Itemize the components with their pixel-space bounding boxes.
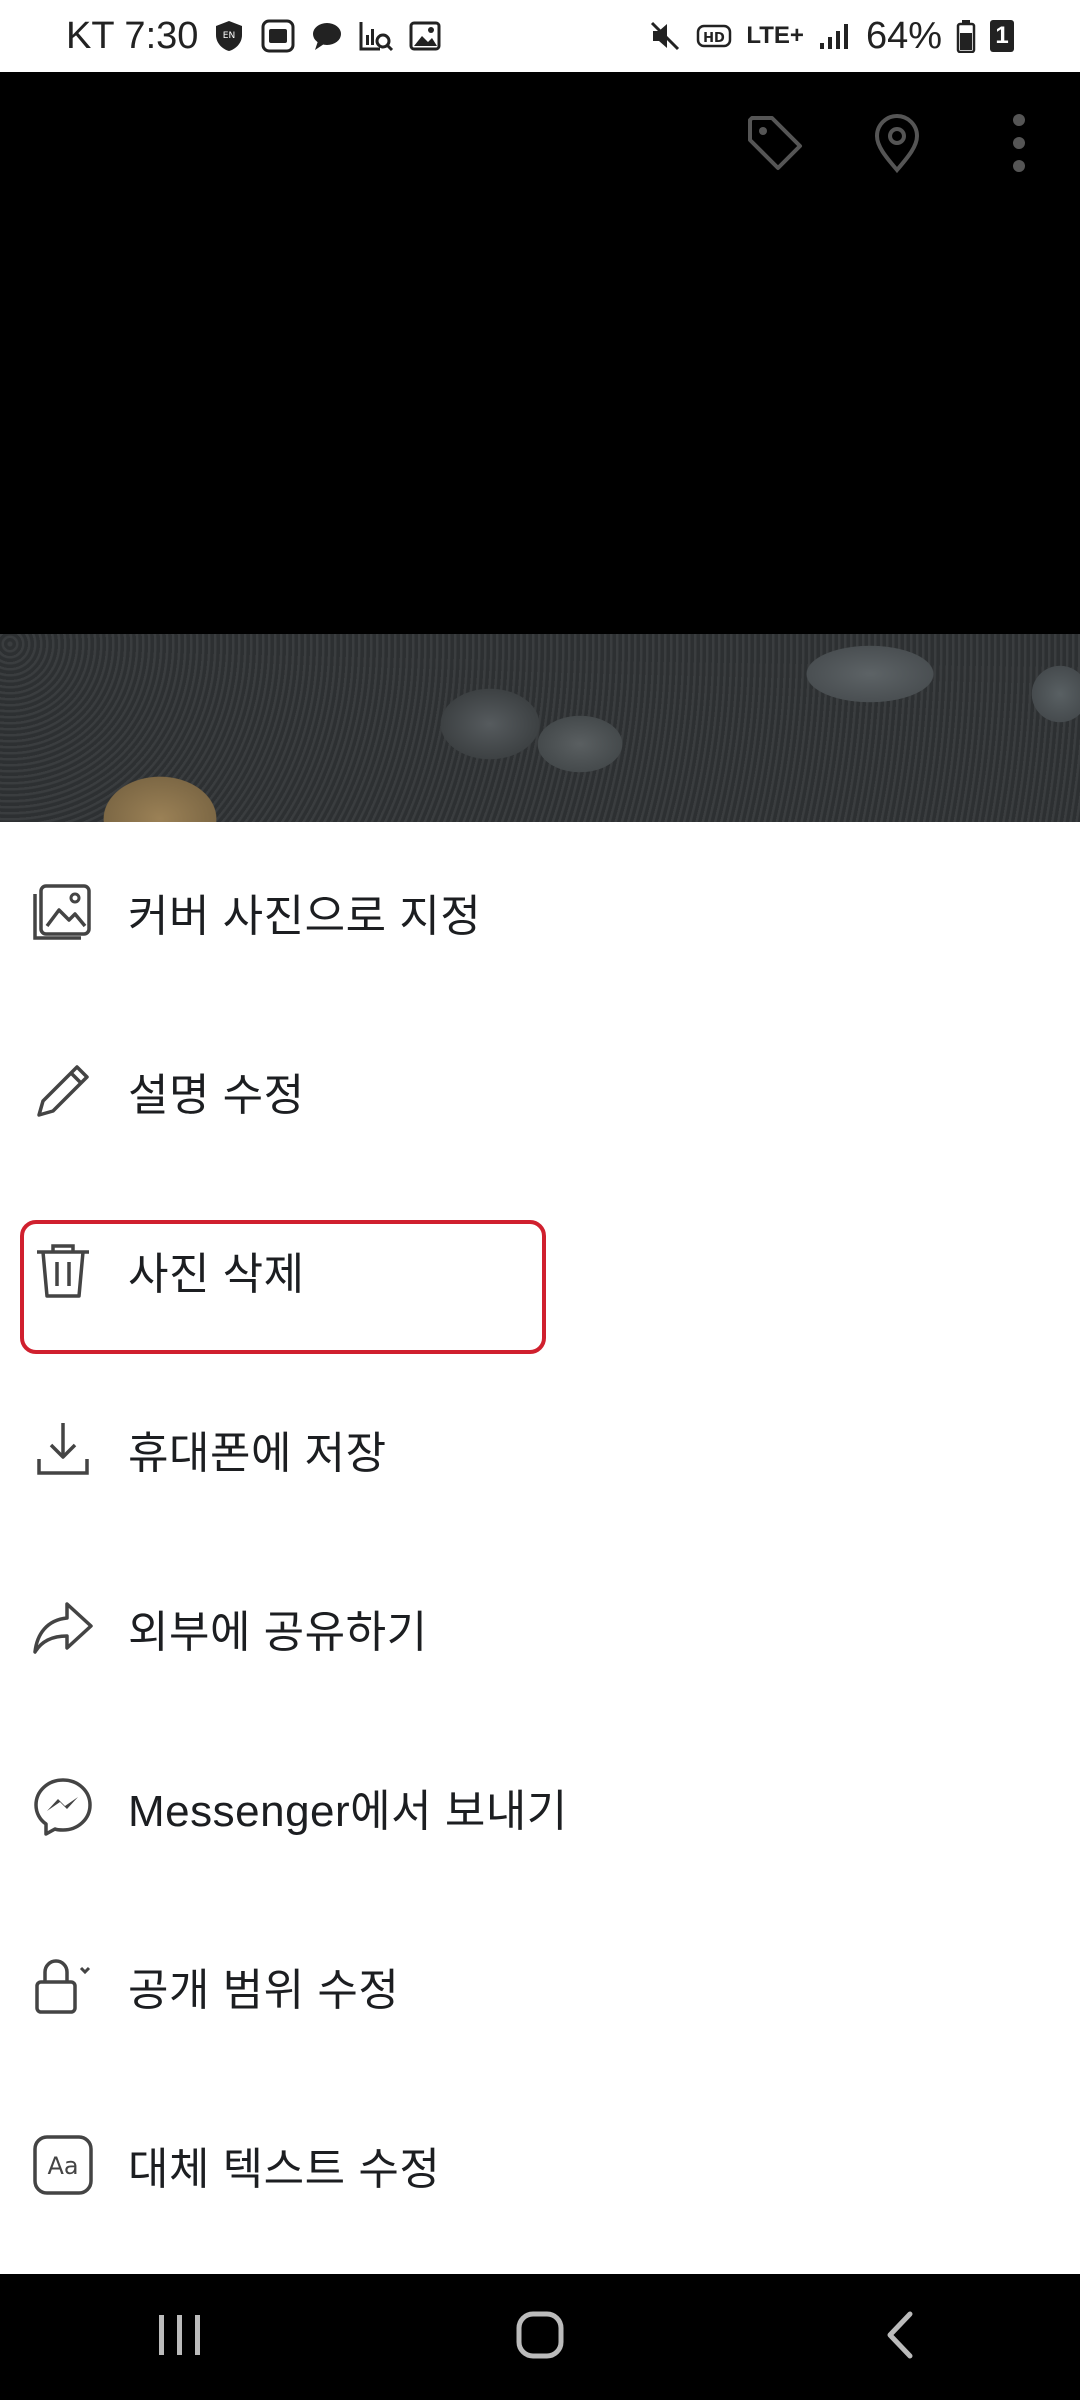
carrier-time: KT 7:30 (66, 14, 199, 57)
status-left: KT 7:30 EN (66, 15, 442, 58)
battery-icon (956, 19, 976, 53)
svg-text:HD: HD (704, 31, 726, 46)
menu-item-label: 대체 텍스트 수정 (128, 2144, 441, 2194)
menu-item-delete-photo[interactable]: 사진 삭제 (0, 1180, 1080, 1359)
back-button[interactable] (820, 2287, 980, 2387)
menu-item-label: 커버 사진으로 지정 (128, 891, 482, 941)
signal-icon (818, 21, 852, 51)
home-icon (515, 2310, 565, 2365)
status-bar: KT 7:30 EN HD LTE+ 64% 1 (0, 0, 1080, 72)
menu-item-label: 사진 삭제 (128, 1249, 305, 1299)
location-button[interactable] (836, 102, 958, 188)
photo-preview (0, 634, 1080, 822)
more-vertical-icon (1009, 112, 1029, 179)
photo-viewer[interactable] (0, 72, 1080, 822)
location-pin-icon (869, 112, 925, 179)
app-badge-icon (260, 18, 296, 54)
battery-percent: 64% (865, 14, 942, 57)
tag-button[interactable] (714, 102, 836, 188)
status-right: HD LTE+ 64% 1 (648, 15, 1014, 58)
chat-bubble-icon (310, 19, 344, 53)
svg-text:EN: EN (223, 31, 235, 41)
home-button[interactable] (460, 2287, 620, 2387)
svg-text:Aa: Aa (47, 2152, 78, 2180)
pencil-icon (30, 1058, 96, 1124)
trash-icon (30, 1237, 96, 1303)
menu-item-edit-alt-text[interactable]: Aa 대체 텍스트 수정 (0, 2075, 1080, 2254)
menu-item-label: Messenger에서 보내기 (128, 1786, 568, 1836)
menu-item-share-external[interactable]: 외부에 공유하기 (0, 1538, 1080, 1717)
system-nav-bar (0, 2274, 1080, 2400)
tag-icon (742, 110, 808, 181)
menu-item-edit-description[interactable]: 설명 수정 (0, 1001, 1080, 1180)
recent-apps-icon (155, 2313, 205, 2362)
hd-icon: HD (696, 21, 732, 51)
menu-item-set-cover[interactable]: 커버 사진으로 지정 (0, 822, 1080, 1001)
share-arrow-icon (30, 1595, 96, 1661)
recent-apps-button[interactable] (100, 2287, 260, 2387)
photo-toolbar (714, 102, 1080, 188)
menu-item-send-messenger[interactable]: Messenger에서 보내기 (0, 1717, 1080, 1896)
network-type: LTE+ (746, 22, 804, 49)
image-icon (408, 19, 442, 53)
menu-item-label: 설명 수정 (128, 1070, 305, 1120)
menu-item-label: 휴대폰에 저장 (128, 1428, 387, 1478)
chart-search-icon (358, 19, 394, 53)
lock-icon (30, 1953, 96, 2019)
photo-options-menu: 커버 사진으로 지정 설명 수정 사진 삭제 휴대폰에 저장 외부에 공유하기 … (0, 822, 1080, 2254)
messenger-icon (30, 1774, 96, 1840)
menu-item-save-to-phone[interactable]: 휴대폰에 저장 (0, 1359, 1080, 1538)
more-options-button[interactable] (958, 102, 1080, 188)
menu-item-edit-privacy[interactable]: 공개 범위 수정 (0, 1896, 1080, 2075)
mute-icon (648, 19, 682, 53)
sim-number: 1 (995, 22, 1009, 49)
back-icon (882, 2310, 918, 2365)
download-icon (30, 1416, 96, 1482)
sim-badge-icon: 1 (990, 20, 1014, 52)
shield-en-icon: EN (212, 19, 246, 53)
menu-item-label: 외부에 공유하기 (128, 1607, 428, 1657)
menu-item-label: 공개 범위 수정 (128, 1965, 400, 2015)
alt-text-icon: Aa (30, 2132, 96, 2198)
cover-photo-icon (30, 879, 96, 945)
